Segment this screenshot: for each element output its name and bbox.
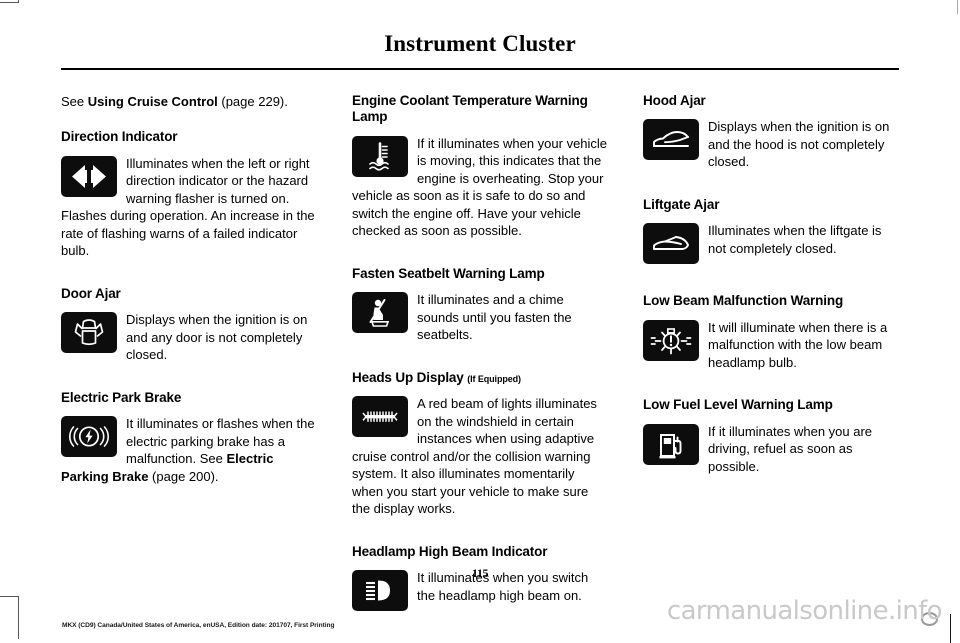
- symbol-block-door-ajar: Displays when the ignition is on and any…: [61, 311, 317, 363]
- column-left: See Using Cruise Control (page 229). Dir…: [61, 93, 317, 634]
- cruise-control-reference: See Using Cruise Control (page 229).: [61, 93, 317, 110]
- section-heading-heads-up-display: Heads Up Display (If Equipped): [352, 370, 608, 386]
- site-watermark: carmanualsonline.info: [666, 596, 943, 626]
- low-beam-malfunction-icon: [643, 319, 699, 361]
- section-heading-hood-ajar: Hood Ajar: [643, 93, 706, 108]
- electric-park-brake-description: It illuminates or flashes when the elect…: [126, 416, 315, 467]
- cruise-ref-link[interactable]: Using Cruise Control: [88, 94, 218, 109]
- hood-ajar-description: Displays when the ignition is on and the…: [708, 119, 890, 170]
- low-fuel-level-icon: [643, 423, 699, 465]
- symbol-block-fasten-seatbelt: It illuminates and a chime sounds until …: [352, 291, 608, 343]
- symbol-block-electric-park-brake: It illuminates or flashes when the elect…: [61, 415, 317, 485]
- section-heading-engine-coolant: Engine Coolant Temperature Warning Lamp: [352, 93, 588, 125]
- low-fuel-level-description: If it illuminates when you are driving, …: [708, 423, 873, 474]
- symbol-block-hood-ajar: Displays when the ignition is on and the…: [643, 118, 899, 170]
- symbol-block-low-fuel-level: If it illuminates when you are driving, …: [643, 423, 899, 475]
- page-title: Instrument Cluster: [384, 31, 576, 56]
- crop-mark-bottom-left: [0, 596, 19, 639]
- door-ajar-icon: [61, 312, 117, 354]
- liftgate-ajar-icon: [643, 223, 699, 265]
- cruise-ref-suffix: (page 229).: [217, 94, 288, 109]
- section-heading-low-fuel-level: Low Fuel Level Warning Lamp: [643, 397, 833, 413]
- page-number: 115: [471, 566, 489, 580]
- symbol-block-low-beam-malfunction: It will illuminate when there is a malfu…: [643, 319, 899, 371]
- electric-park-brake-icon: [61, 416, 117, 458]
- crop-mark-bottom-right: [950, 614, 951, 643]
- fasten-seatbelt-icon: [352, 292, 408, 334]
- symbol-block-liftgate-ajar: Illuminates when the liftgate is not com…: [643, 222, 899, 267]
- electric-park-brake-page-ref: (page 200).: [148, 468, 219, 484]
- symbol-block-engine-coolant: If it illuminates when your vehicle is m…: [352, 135, 608, 240]
- section-heading-direction-indicator: Direction Indicator: [61, 129, 178, 145]
- direction-indicator-icon: [61, 155, 117, 197]
- engine-coolant-temperature-icon: [352, 135, 408, 177]
- section-heading-headlamp-high-beam: Headlamp High Beam Indicator: [352, 543, 548, 559]
- section-heading-liftgate-ajar: Liftgate Ajar: [643, 196, 720, 212]
- section-heading-low-beam-malfunction: Low Beam Malfunction Warning: [643, 293, 844, 309]
- hood-ajar-icon: [643, 119, 699, 161]
- symbol-block-direction-indicator: Illuminates when the left or right direc…: [61, 155, 317, 260]
- heads-up-display-title: Heads Up Display: [352, 369, 464, 385]
- header-divider: [61, 68, 899, 70]
- heads-up-display-if-equipped: (If Equipped): [467, 373, 521, 384]
- edition-footer-note: MKX (CD9) Canada/United States of Americ…: [62, 622, 335, 629]
- door-ajar-description: Displays when the ignition is on and any…: [126, 312, 308, 363]
- symbol-block-heads-up-display: A red beam of lights illuminates on the …: [352, 395, 608, 517]
- column-middle: Engine Coolant Temperature Warning Lamp: [352, 93, 608, 634]
- column-right: Hood Ajar Displays when the ignition is …: [643, 93, 899, 634]
- section-heading-fasten-seatbelt: Fasten Seatbelt Warning Lamp: [352, 265, 545, 281]
- content-columns: See Using Cruise Control (page 229). Dir…: [61, 93, 899, 634]
- heads-up-display-icon: [352, 396, 408, 438]
- section-heading-electric-park-brake: Electric Park Brake: [61, 389, 182, 405]
- cruise-ref-prefix: See: [61, 94, 88, 109]
- crop-mark-top-right: [957, 0, 958, 14]
- fasten-seatbelt-description: It illuminates and a chime sounds until …: [417, 292, 572, 343]
- liftgate-ajar-description: Illuminates when the liftgate is not com…: [708, 223, 882, 256]
- crop-mark-top-left: [0, 0, 19, 3]
- section-heading-door-ajar: Door Ajar: [61, 285, 121, 301]
- low-beam-malfunction-description: It will illuminate when there is a malfu…: [708, 319, 888, 370]
